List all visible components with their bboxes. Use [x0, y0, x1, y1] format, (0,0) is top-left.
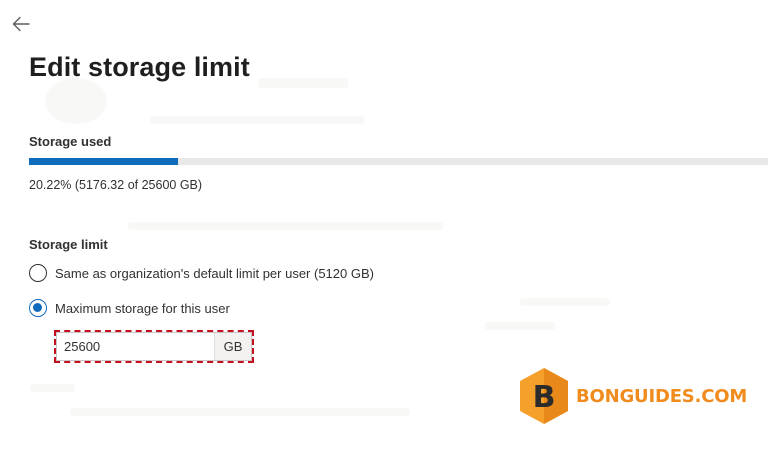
ghost-line — [150, 116, 365, 124]
ghost-line — [128, 222, 443, 230]
option-maximum-storage[interactable]: Maximum storage for this user — [29, 299, 230, 317]
storage-limit-input[interactable] — [57, 333, 214, 360]
unit-suffix: GB — [214, 333, 251, 360]
watermark: B BONGUIDES.COM — [517, 366, 747, 426]
logo-letter: B — [533, 380, 556, 415]
radio-default-limit[interactable] — [29, 264, 47, 282]
storage-used-heading: Storage used — [29, 134, 112, 149]
storage-progress-fill — [29, 158, 179, 165]
watermark-text: BONGUIDES.COM — [576, 385, 748, 407]
ghost-line — [485, 322, 555, 330]
page-title: Edit storage limit — [29, 52, 250, 82]
edit-storage-panel: Edit storage limit Storage used 20.22% (… — [0, 0, 768, 462]
option-maximum-storage-label: Maximum storage for this user — [55, 300, 230, 316]
storage-used-summary: 20.22% (5176.32 of 25600 GB) — [29, 178, 203, 192]
radio-maximum-storage[interactable] — [29, 299, 47, 317]
back-arrow-icon[interactable] — [10, 13, 32, 35]
ghost-line — [30, 384, 75, 392]
ghost-avatar — [45, 78, 107, 124]
ghost-line — [520, 298, 610, 306]
ghost-line — [70, 408, 410, 416]
storage-progress-bar — [29, 158, 768, 165]
option-default-limit[interactable]: Same as organization's default limit per… — [29, 264, 374, 282]
storage-limit-heading: Storage limit — [29, 237, 108, 252]
option-default-limit-label: Same as organization's default limit per… — [55, 265, 374, 281]
ghost-line — [258, 78, 348, 88]
bonguides-logo-icon: B — [520, 368, 568, 424]
storage-limit-field: GB — [56, 332, 252, 361]
